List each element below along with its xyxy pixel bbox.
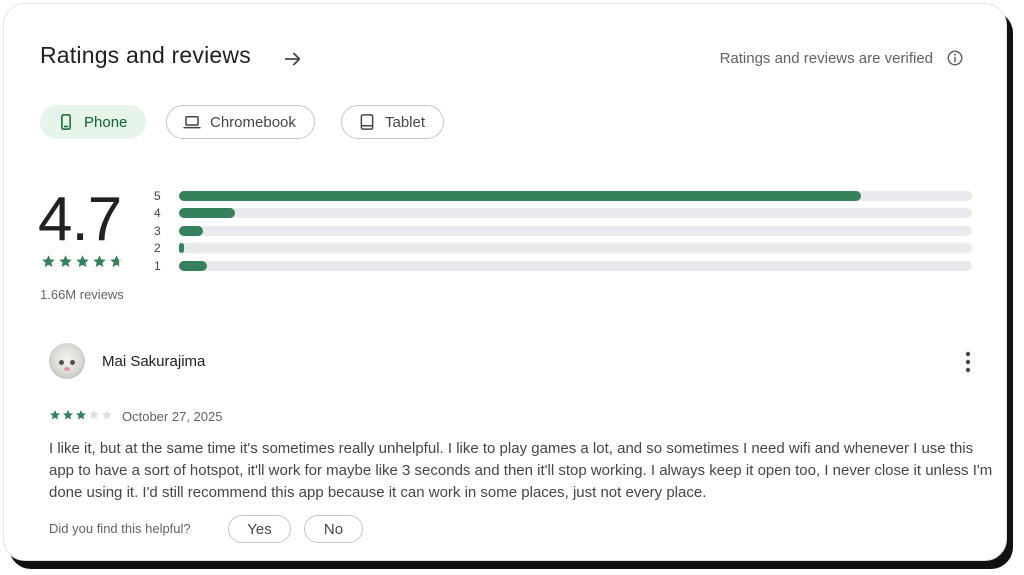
distribution-bar [179, 208, 235, 219]
tab-phone[interactable]: Phone [40, 105, 147, 139]
review-star-icon [63, 410, 73, 420]
review-text: I like it, but at the same time it's som… [49, 440, 993, 501]
helpful-yes-button[interactable]: Yes [228, 515, 291, 543]
distribution-row: 4 [154, 205, 974, 223]
distribution-bar [179, 190, 861, 201]
summary-star-icon [110, 255, 123, 268]
distribution-track [179, 208, 972, 219]
summary-star-icon [42, 255, 55, 268]
distribution-bar [179, 260, 207, 271]
distribution-track [179, 260, 972, 271]
review-count: 1.66M reviews [40, 287, 124, 302]
distribution-label: 2 [154, 241, 161, 256]
distribution-row: 5 [154, 187, 974, 205]
tab-phone-label: Phone [84, 113, 128, 131]
rating-stars [41, 254, 124, 269]
info-icon[interactable] [946, 49, 964, 67]
rating-distribution: 5 4 3 2 1 [154, 187, 974, 275]
distribution-track [179, 225, 972, 236]
helpful-prompt: Did you find this helpful? [49, 521, 191, 536]
distribution-track [179, 243, 972, 254]
tab-chromebook-label: Chromebook [210, 113, 296, 131]
distribution-label: 4 [154, 206, 161, 221]
distribution-bar [179, 225, 203, 236]
distribution-row: 3 [154, 222, 974, 240]
helpful-no-button[interactable]: No [304, 515, 363, 543]
avatar-nose [64, 367, 70, 371]
average-rating: 4.7 [38, 185, 122, 254]
tab-tablet-label: Tablet [385, 113, 426, 131]
ratings-card: Ratings and reviews Ratings and reviews … [3, 3, 1007, 561]
laptop-icon [183, 116, 201, 129]
distribution-row: 2 [154, 240, 974, 258]
avatar-eye-right [70, 360, 75, 365]
tab-tablet[interactable]: Tablet [341, 105, 445, 139]
tab-chromebook[interactable]: Chromebook [166, 105, 315, 139]
review-star-icon [50, 410, 60, 420]
review-star-icon [102, 410, 112, 420]
arrow-right-icon[interactable] [282, 48, 304, 70]
distribution-row: 1 [154, 257, 974, 275]
summary-star-icon [93, 255, 106, 268]
avatar-eye-left [59, 360, 64, 365]
verified-text: Ratings and reviews are verified [719, 50, 933, 67]
distribution-label: 5 [154, 188, 161, 203]
distribution-bar [179, 243, 184, 254]
review-stars [49, 409, 113, 421]
reviewer-name: Mai Sakurajima [102, 353, 206, 370]
phone-icon [61, 114, 71, 130]
summary-star-icon [76, 255, 89, 268]
review-star-icon [76, 410, 86, 420]
distribution-label: 3 [154, 223, 161, 238]
avatar [49, 343, 85, 379]
tablet-icon [360, 114, 374, 130]
more-options-icon[interactable] [964, 350, 972, 374]
review-date: October 27, 2025 [122, 409, 223, 424]
summary-star-icon [59, 255, 72, 268]
distribution-track [179, 190, 972, 201]
review-star-icon [89, 410, 99, 420]
section-title: Ratings and reviews [40, 42, 251, 68]
distribution-label: 1 [154, 258, 161, 273]
